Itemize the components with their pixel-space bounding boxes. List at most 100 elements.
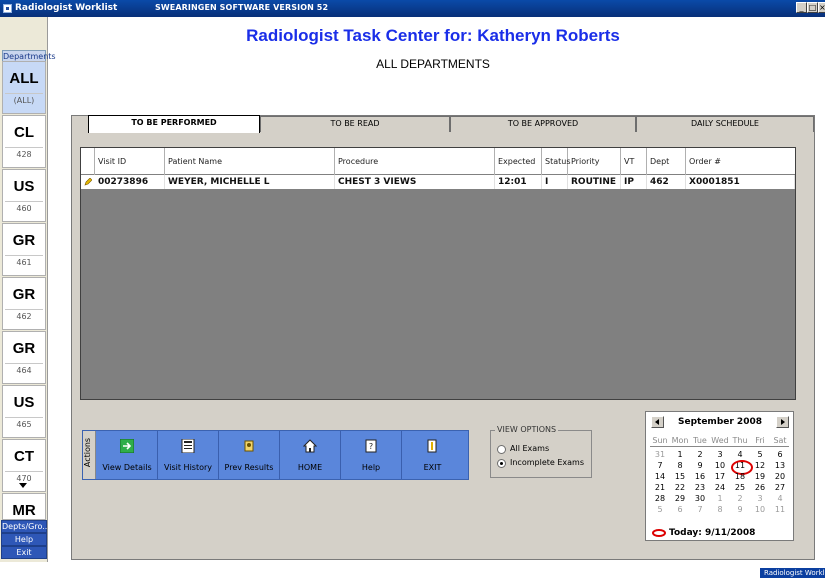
calendar-day[interactable]: 30 [690, 494, 710, 504]
close-icon[interactable]: × [818, 2, 825, 13]
tab-to-be-approved[interactable]: TO BE APPROVED [450, 116, 636, 132]
column-vt[interactable]: VT [621, 148, 647, 175]
calendar-day[interactable]: 3 [750, 494, 770, 504]
calendar-day[interactable]: 23 [690, 483, 710, 493]
calendar-day[interactable]: 11 [730, 460, 753, 475]
column-order-number[interactable]: Order # [686, 148, 795, 175]
calendar-day[interactable]: 31 [650, 450, 670, 460]
calendar-day[interactable]: 21 [650, 483, 670, 493]
calendar-day[interactable]: 27 [770, 483, 790, 493]
dept-code: MR [12, 502, 36, 519]
help-button[interactable]: ? Help [341, 431, 402, 479]
cell-vt: IP [621, 175, 647, 189]
column-procedure[interactable]: Procedure [335, 148, 495, 175]
sidebar-item-dept[interactable]: US 460 [2, 169, 46, 222]
dept-number: 460 [16, 204, 32, 213]
sidebar-item-dept[interactable]: CL 428 [2, 115, 46, 168]
sidebar-item-dept[interactable]: MR [2, 493, 46, 520]
calendar-day[interactable]: 9 [730, 505, 750, 515]
calendar-day[interactable]: 11 [770, 505, 790, 515]
calendar-day[interactable]: 9 [690, 461, 710, 471]
dept-divider [5, 93, 43, 94]
sidebar-exit-button[interactable]: Exit [1, 546, 47, 559]
column-status[interactable]: Status [542, 148, 571, 175]
today-marker-icon [652, 529, 666, 537]
page-subtitle: ALL DEPARTMENTS [376, 57, 490, 71]
calendar-month: September 2008 [678, 417, 762, 427]
prev-results-button[interactable]: Prev Results [219, 431, 280, 479]
cell-status: I [542, 175, 568, 189]
taskbar-item[interactable]: Radiologist Worklist [760, 568, 825, 578]
calendar-day[interactable]: 5 [650, 505, 670, 515]
all-exams-radio[interactable] [497, 445, 506, 454]
exit-button[interactable]: EXIT [402, 431, 463, 479]
calendar-day[interactable]: 1 [670, 450, 690, 460]
sidebar-item-dept[interactable]: GR 462 [2, 277, 46, 330]
column-dept[interactable]: Dept [647, 148, 686, 175]
home-button[interactable]: HOME [280, 431, 341, 479]
maximize-icon[interactable]: □ [807, 2, 818, 13]
dept-number: 428 [16, 150, 32, 159]
calendar-day[interactable]: 13 [770, 461, 790, 471]
calendar-weekday: Fri [755, 436, 765, 445]
calendar-day[interactable]: 2 [730, 494, 750, 504]
calendar-next-icon[interactable] [776, 416, 789, 428]
calendar-day[interactable]: 19 [750, 472, 770, 482]
calendar-day[interactable]: 24 [710, 483, 730, 493]
calendar-day[interactable]: 28 [650, 494, 670, 504]
grid-header-marker [81, 148, 95, 175]
calendar-day[interactable]: 1 [710, 494, 730, 504]
calendar-day[interactable]: 4 [730, 450, 750, 460]
calendar-day[interactable]: 6 [670, 505, 690, 515]
calendar-day[interactable]: 25 [730, 483, 750, 493]
calendar-day[interactable]: 22 [670, 483, 690, 493]
column-priority[interactable]: Priority [568, 148, 621, 175]
sidebar-item-dept[interactable]: US 465 [2, 385, 46, 438]
calendar-day[interactable]: 8 [710, 505, 730, 515]
calendar-day[interactable]: 8 [670, 461, 690, 471]
calendar-day[interactable]: 15 [670, 472, 690, 482]
view-details-button[interactable]: View Details [97, 431, 158, 479]
column-visit-id[interactable]: Visit ID [95, 148, 165, 175]
incomplete-exams-radio[interactable] [497, 459, 506, 468]
dept-divider [5, 471, 43, 472]
calendar-day[interactable]: 3 [710, 450, 730, 460]
exit-icon [427, 439, 437, 453]
calendar-day[interactable]: 17 [710, 472, 730, 482]
visit-history-button[interactable]: Visit History [158, 431, 219, 479]
column-expected[interactable]: Expected [495, 148, 542, 175]
exit-label: EXIT [423, 463, 442, 472]
sidebar-item-dept[interactable]: GR 461 [2, 223, 46, 276]
cell-procedure: CHEST 3 VIEWS [335, 175, 495, 189]
dept-number: 464 [16, 366, 32, 375]
calendar-day[interactable]: 6 [770, 450, 790, 460]
table-row[interactable]: 00273896 WEYER, MICHELLE L CHEST 3 VIEWS… [81, 175, 795, 189]
calendar-today-label[interactable]: Today: 9/11/2008 [669, 528, 755, 538]
calendar-day[interactable]: 14 [650, 472, 670, 482]
calendar-day[interactable]: 12 [750, 461, 770, 471]
tab-to-be-read[interactable]: TO BE READ [260, 116, 450, 132]
depts-groups-button[interactable]: Depts/Gro... [1, 520, 50, 533]
calendar-day[interactable]: 7 [650, 461, 670, 471]
tab-to-be-performed[interactable]: TO BE PERFORMED [88, 115, 260, 133]
calendar-day[interactable]: 7 [690, 505, 710, 515]
calendar-day[interactable]: 26 [750, 483, 770, 493]
column-patient-name[interactable]: Patient Name [165, 148, 335, 175]
calendar-day[interactable]: 2 [690, 450, 710, 460]
calendar-day[interactable]: 20 [770, 472, 790, 482]
calendar-day[interactable]: 16 [690, 472, 710, 482]
tab-daily-schedule[interactable]: DAILY SCHEDULE [636, 116, 814, 132]
calendar-day[interactable]: 4 [770, 494, 790, 504]
calendar-day[interactable]: 18 [730, 472, 750, 482]
sidebar-item-dept[interactable]: ALL (ALL) [2, 61, 46, 114]
sidebar-item-dept[interactable]: GR 464 [2, 331, 46, 384]
calendar-day[interactable]: 10 [710, 461, 730, 471]
calendar-day[interactable]: 29 [670, 494, 690, 504]
calendar-day[interactable]: 5 [750, 450, 770, 460]
calendar-day[interactable]: 10 [750, 505, 770, 515]
sidebar-help-button[interactable]: Help [1, 533, 47, 546]
scroll-down-icon[interactable] [19, 483, 27, 488]
actions-label-box: Actions [83, 431, 96, 479]
calendar-prev-icon[interactable] [651, 416, 664, 428]
minimize-icon[interactable]: _ [796, 2, 807, 13]
